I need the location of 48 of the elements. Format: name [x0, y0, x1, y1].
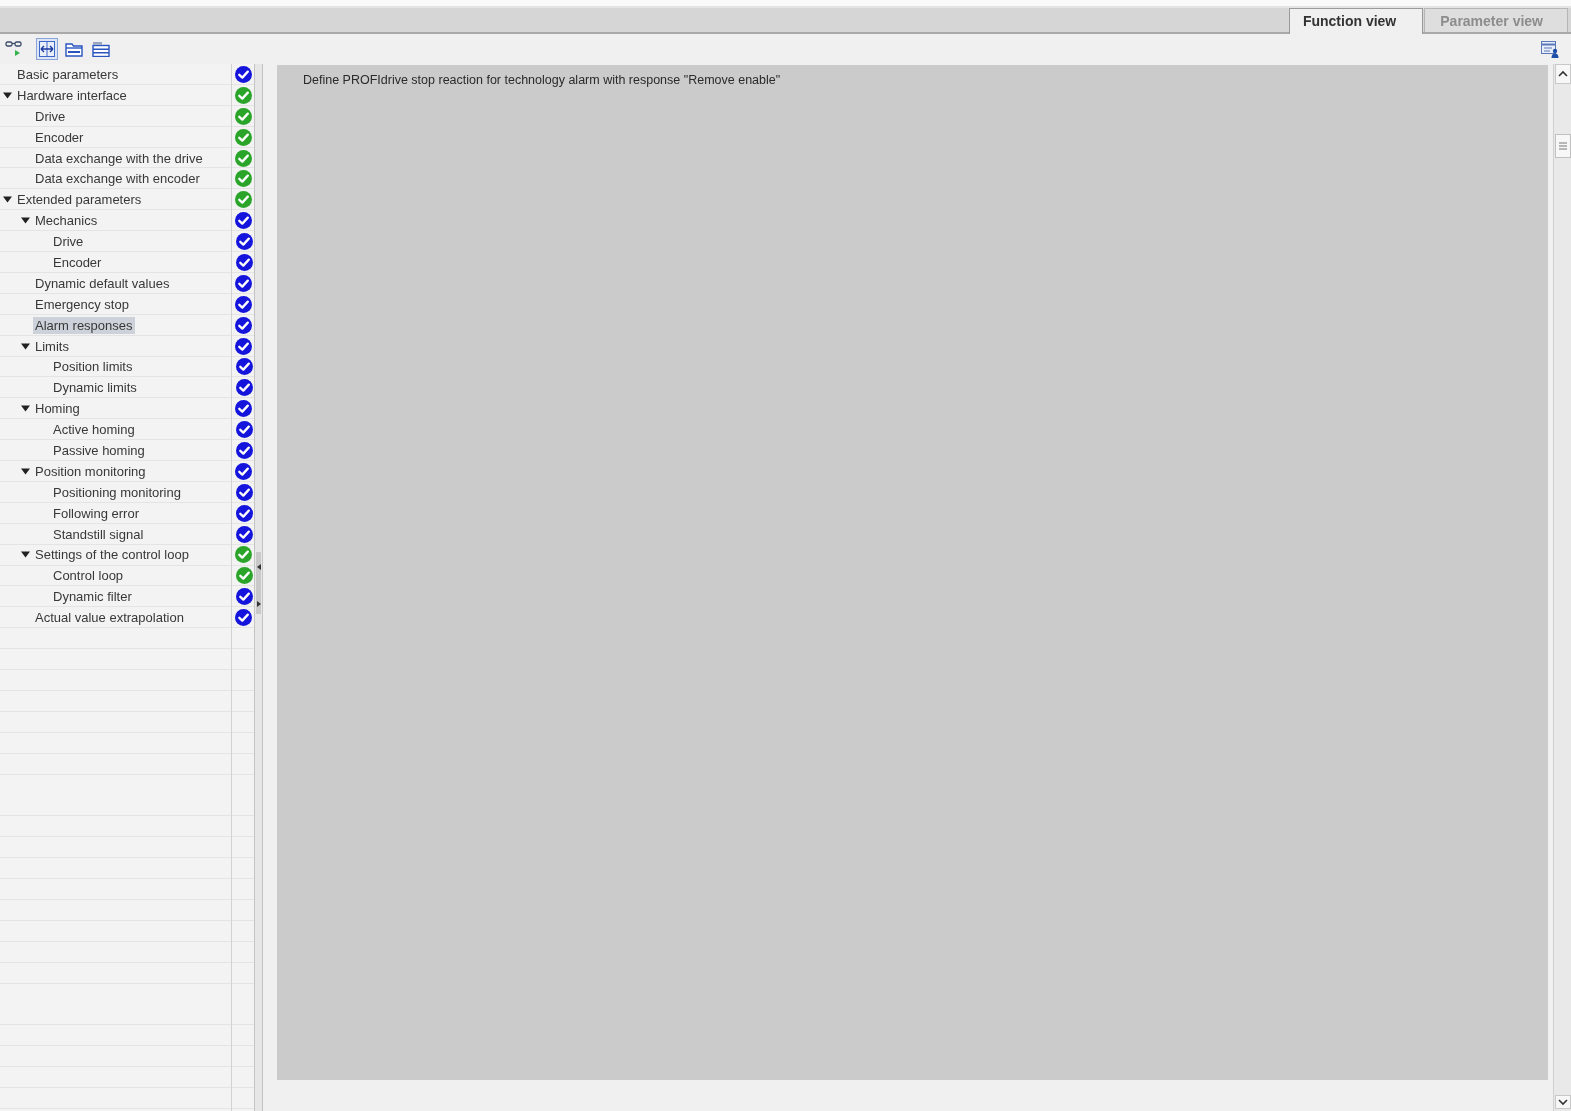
- tree-item[interactable]: Standstill signal: [51, 525, 146, 543]
- tree-item[interactable]: Positioning monitoring: [51, 483, 183, 501]
- list-icon: [92, 41, 110, 57]
- tree-item[interactable]: Encoder: [33, 128, 86, 146]
- tree-item[interactable]: Dynamic limits: [51, 379, 139, 397]
- tree-item[interactable]: Actual value extrapolation: [33, 609, 186, 627]
- tree-item[interactable]: Settings of the control loop: [33, 546, 191, 564]
- expand-arrow-icon[interactable]: [3, 90, 12, 100]
- expand-arrow-icon[interactable]: [21, 341, 30, 351]
- tree-item[interactable]: Dynamic default values: [33, 274, 172, 292]
- expand-arrow-icon[interactable]: [21, 404, 30, 414]
- tree-item[interactable]: Mechanics: [33, 212, 100, 230]
- tree-item[interactable]: Following error: [51, 504, 141, 522]
- expand-right-icon[interactable]: [256, 601, 261, 607]
- tree-item[interactable]: Encoder: [51, 253, 104, 271]
- tree-item[interactable]: Extended parameters: [15, 191, 144, 209]
- tree-item[interactable]: Data exchange with the drive: [33, 149, 205, 167]
- tree-item[interactable]: Hardware interface: [15, 86, 129, 104]
- tree-item[interactable]: Control loop: [51, 567, 126, 585]
- tree-item[interactable]: Passive homing: [51, 441, 147, 459]
- split-arrows-icon: [39, 41, 55, 57]
- glasses-play-icon: [5, 41, 23, 57]
- expand-arrow-icon[interactable]: [21, 550, 30, 560]
- expand-arrow-icon[interactable]: [21, 216, 30, 226]
- tree-item[interactable]: Position monitoring: [33, 462, 148, 480]
- tree-item[interactable]: Homing: [33, 400, 82, 418]
- description-text: Define PROFIdrive stop reaction for technology alarm with response "Remove enable": [303, 73, 781, 87]
- tree-item[interactable]: Dynamic filter: [51, 588, 134, 606]
- tree-item[interactable]: Active homing: [51, 421, 137, 439]
- expand-arrow-icon[interactable]: [3, 195, 12, 205]
- folder-icon: [65, 41, 83, 57]
- tree-item[interactable]: Emergency stop: [33, 295, 131, 313]
- collapse-left-icon[interactable]: [256, 564, 261, 570]
- view-tab[interactable]: Function view: [1288, 8, 1424, 34]
- tree-item[interactable]: Basic parameters: [15, 65, 121, 83]
- tree-item[interactable]: Drive: [51, 233, 86, 251]
- list-person-icon[interactable]: [1541, 40, 1559, 58]
- scrollbar-thumb[interactable]: [1554, 134, 1571, 158]
- expand-arrow-icon[interactable]: [21, 466, 30, 476]
- tree-item[interactable]: Limits: [33, 337, 71, 355]
- scroll-up-icon[interactable]: [1554, 64, 1571, 84]
- vertical-scrollbar[interactable]: [1553, 64, 1571, 1111]
- tree-item[interactable]: Drive: [33, 107, 68, 125]
- scroll-down-icon[interactable]: [1554, 1095, 1571, 1109]
- tree-item[interactable]: Data exchange with encoder: [33, 170, 202, 188]
- tree-item[interactable]: Alarm responses: [33, 316, 135, 334]
- tree-item[interactable]: Position limits: [51, 358, 135, 376]
- toolbar-button[interactable]: [36, 38, 58, 60]
